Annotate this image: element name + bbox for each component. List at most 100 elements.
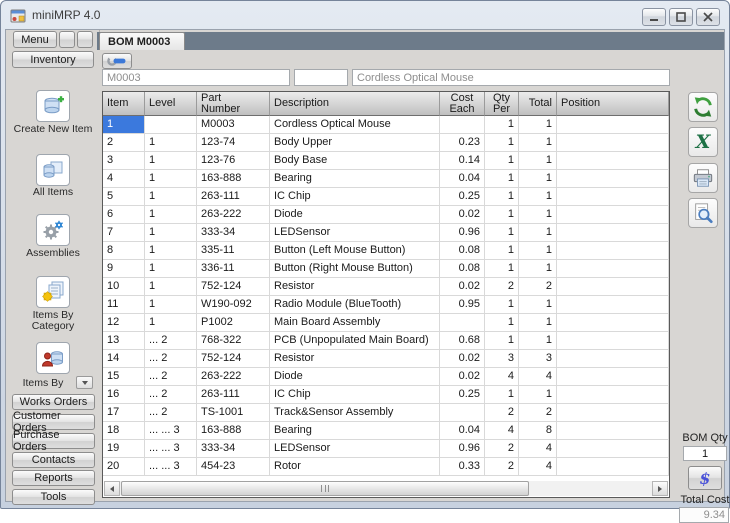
cell-cost-each[interactable]: 0.02: [440, 278, 485, 296]
cell-qty-per[interactable]: 2: [485, 278, 519, 296]
cell-part-number[interactable]: M0003: [197, 116, 270, 134]
inventory-section-button[interactable]: Inventory: [12, 51, 94, 68]
export-excel-button[interactable]: X: [688, 127, 718, 157]
cell-level[interactable]: 1: [145, 170, 197, 188]
cell-qty-per[interactable]: 1: [485, 260, 519, 278]
cell-level[interactable]: ... 2: [145, 386, 197, 404]
cell-description[interactable]: IC Chip: [270, 188, 440, 206]
cell-qty-per[interactable]: 1: [485, 314, 519, 332]
cell-cost-each[interactable]: 0.04: [440, 170, 485, 188]
cell-position[interactable]: [557, 350, 669, 368]
part-number-input[interactable]: [102, 69, 290, 86]
cell-position[interactable]: [557, 314, 669, 332]
cell-qty-per[interactable]: 1: [485, 152, 519, 170]
column-header-position[interactable]: Position: [557, 92, 669, 116]
cell-position[interactable]: [557, 332, 669, 350]
cell-position[interactable]: [557, 440, 669, 458]
cell-item[interactable]: 3: [103, 152, 145, 170]
cell-part-number[interactable]: 454-23: [197, 458, 270, 476]
cell-part-number[interactable]: 123-74: [197, 134, 270, 152]
cell-cost-each[interactable]: 0.08: [440, 242, 485, 260]
cell-cost-each[interactable]: [440, 116, 485, 134]
cell-description[interactable]: Bearing: [270, 170, 440, 188]
cell-total[interactable]: 1: [519, 152, 557, 170]
bom-settings-button[interactable]: [102, 53, 132, 69]
cell-description[interactable]: LEDSensor: [270, 440, 440, 458]
cell-total[interactable]: 2: [519, 278, 557, 296]
cell-level[interactable]: ... 2: [145, 404, 197, 422]
cell-part-number[interactable]: 263-222: [197, 368, 270, 386]
column-header-total[interactable]: Total: [519, 92, 557, 116]
cell-qty-per[interactable]: 2: [485, 404, 519, 422]
horizontal-scrollbar[interactable]: [104, 481, 668, 496]
column-header-cost-each[interactable]: Cost Each: [440, 92, 485, 116]
cell-item[interactable]: 8: [103, 242, 145, 260]
cell-item[interactable]: 4: [103, 170, 145, 188]
scroll-left-arrow[interactable]: [104, 481, 120, 496]
cell-position[interactable]: [557, 224, 669, 242]
items-by-dropdown-button[interactable]: [76, 376, 93, 389]
cell-level[interactable]: ... ... 3: [145, 440, 197, 458]
cell-position[interactable]: [557, 116, 669, 134]
calculate-cost-button[interactable]: $: [688, 466, 722, 490]
cell-level[interactable]: 1: [145, 188, 197, 206]
cell-item[interactable]: 19: [103, 440, 145, 458]
cell-part-number[interactable]: 263-222: [197, 206, 270, 224]
cell-cost-each[interactable]: [440, 404, 485, 422]
cell-qty-per[interactable]: 1: [485, 134, 519, 152]
column-header-qty-per[interactable]: Qty Per: [485, 92, 519, 116]
cell-description[interactable]: Diode: [270, 206, 440, 224]
cell-part-number[interactable]: 752-124: [197, 278, 270, 296]
cell-total[interactable]: 8: [519, 422, 557, 440]
cell-qty-per[interactable]: 3: [485, 350, 519, 368]
cell-level[interactable]: ... 2: [145, 332, 197, 350]
cell-level[interactable]: 1: [145, 224, 197, 242]
sidebar-button-reports[interactable]: Reports: [12, 470, 95, 486]
cell-level[interactable]: 1: [145, 242, 197, 260]
sidebar-small-button-2[interactable]: [77, 31, 93, 48]
cell-qty-per[interactable]: 1: [485, 296, 519, 314]
cell-description[interactable]: Bearing: [270, 422, 440, 440]
cell-description[interactable]: Main Board Assembly: [270, 314, 440, 332]
cell-level[interactable]: 1: [145, 260, 197, 278]
scroll-right-arrow[interactable]: [652, 481, 668, 496]
cell-part-number[interactable]: 163-888: [197, 170, 270, 188]
cell-description[interactable]: Track&Sensor Assembly: [270, 404, 440, 422]
cell-description[interactable]: Resistor: [270, 350, 440, 368]
cell-total[interactable]: 4: [519, 440, 557, 458]
cell-position[interactable]: [557, 458, 669, 476]
cell-description[interactable]: PCB (Unpopulated Main Board): [270, 332, 440, 350]
cell-total[interactable]: 1: [519, 314, 557, 332]
close-button[interactable]: [696, 8, 720, 26]
cell-item[interactable]: 18: [103, 422, 145, 440]
cell-part-number[interactable]: 333-34: [197, 224, 270, 242]
cell-part-number[interactable]: 163-888: [197, 422, 270, 440]
cell-level[interactable]: ... ... 3: [145, 458, 197, 476]
cell-cost-each[interactable]: 0.02: [440, 368, 485, 386]
cell-part-number[interactable]: 263-111: [197, 188, 270, 206]
cell-cost-each[interactable]: 0.25: [440, 188, 485, 206]
cell-position[interactable]: [557, 134, 669, 152]
cell-qty-per[interactable]: 1: [485, 206, 519, 224]
tab-bom-m0003[interactable]: BOM M0003: [99, 32, 185, 50]
cell-total[interactable]: 1: [519, 206, 557, 224]
cell-part-number[interactable]: 333-34: [197, 440, 270, 458]
cell-item[interactable]: 20: [103, 458, 145, 476]
all-items-button[interactable]: [36, 154, 70, 186]
column-header-item[interactable]: Item: [103, 92, 145, 116]
cell-qty-per[interactable]: 2: [485, 440, 519, 458]
items-by-button[interactable]: [36, 342, 70, 374]
cell-total[interactable]: 1: [519, 260, 557, 278]
cell-cost-each[interactable]: 0.04: [440, 422, 485, 440]
cell-total[interactable]: 1: [519, 296, 557, 314]
cell-part-number[interactable]: 263-111: [197, 386, 270, 404]
cell-total[interactable]: 1: [519, 224, 557, 242]
cell-description[interactable]: Rotor: [270, 458, 440, 476]
cell-cost-each[interactable]: 0.02: [440, 206, 485, 224]
cell-part-number[interactable]: 123-76: [197, 152, 270, 170]
assemblies-button[interactable]: [36, 214, 70, 246]
column-header-level[interactable]: Level: [145, 92, 197, 116]
cell-item[interactable]: 12: [103, 314, 145, 332]
cell-qty-per[interactable]: 1: [485, 386, 519, 404]
sidebar-button-purchase-orders[interactable]: Purchase Orders: [12, 433, 95, 449]
